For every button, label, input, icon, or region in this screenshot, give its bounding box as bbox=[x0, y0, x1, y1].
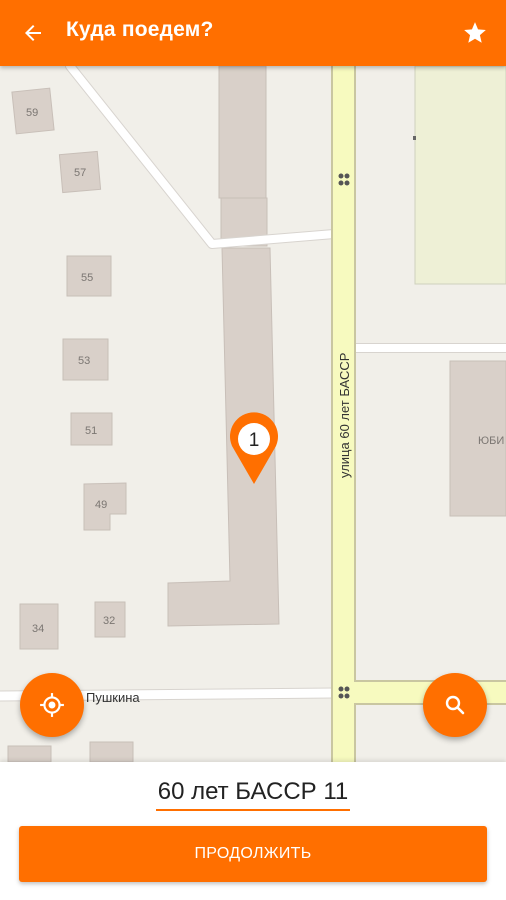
building-label: 51 bbox=[85, 425, 97, 437]
street-label-horizontal: Пушкина bbox=[86, 690, 140, 705]
continue-button[interactable]: ПРОДОЛЖИТЬ bbox=[19, 826, 487, 882]
map-pin-dot bbox=[413, 136, 416, 140]
building-label: 57 bbox=[74, 167, 86, 179]
building-label: 59 bbox=[26, 107, 38, 119]
favorite-button[interactable] bbox=[456, 14, 494, 52]
address-field[interactable]: 60 лет БАССР 11 bbox=[0, 778, 506, 811]
arrow-back-icon bbox=[25, 25, 41, 41]
street-label-vertical: улица 60 лет БАССР bbox=[337, 353, 352, 478]
map-view[interactable]: 59 57 55 53 51 49 34 32 ЮБИ улица 60 лет… bbox=[0, 66, 506, 762]
bottom-panel: 60 лет БАССР 11 ПРОДОЛЖИТЬ bbox=[0, 762, 506, 900]
building bbox=[218, 66, 267, 199]
star-icon bbox=[464, 22, 486, 43]
building-label: 49 bbox=[95, 499, 107, 511]
search-button[interactable] bbox=[423, 673, 487, 737]
back-button[interactable] bbox=[14, 14, 52, 52]
building bbox=[89, 741, 134, 762]
building-label: 53 bbox=[78, 355, 90, 367]
building-label: 32 bbox=[103, 615, 115, 627]
building bbox=[7, 745, 52, 762]
my-location-icon bbox=[40, 693, 64, 717]
page-title: Куда поедем? bbox=[66, 18, 214, 41]
park-area bbox=[414, 66, 506, 285]
map-canvas: 59 57 55 53 51 49 34 32 ЮБИ улица 60 лет… bbox=[0, 66, 506, 762]
address-text: 60 лет БАССР 11 bbox=[155, 778, 351, 811]
my-location-button[interactable] bbox=[20, 673, 84, 737]
building-label: 55 bbox=[81, 272, 93, 284]
app-bar: Куда поедем? bbox=[0, 0, 506, 66]
building-label: 34 bbox=[32, 623, 44, 635]
search-icon bbox=[445, 695, 465, 715]
marker-number: 1 bbox=[249, 430, 260, 451]
poi-label: ЮБИ bbox=[478, 435, 504, 447]
